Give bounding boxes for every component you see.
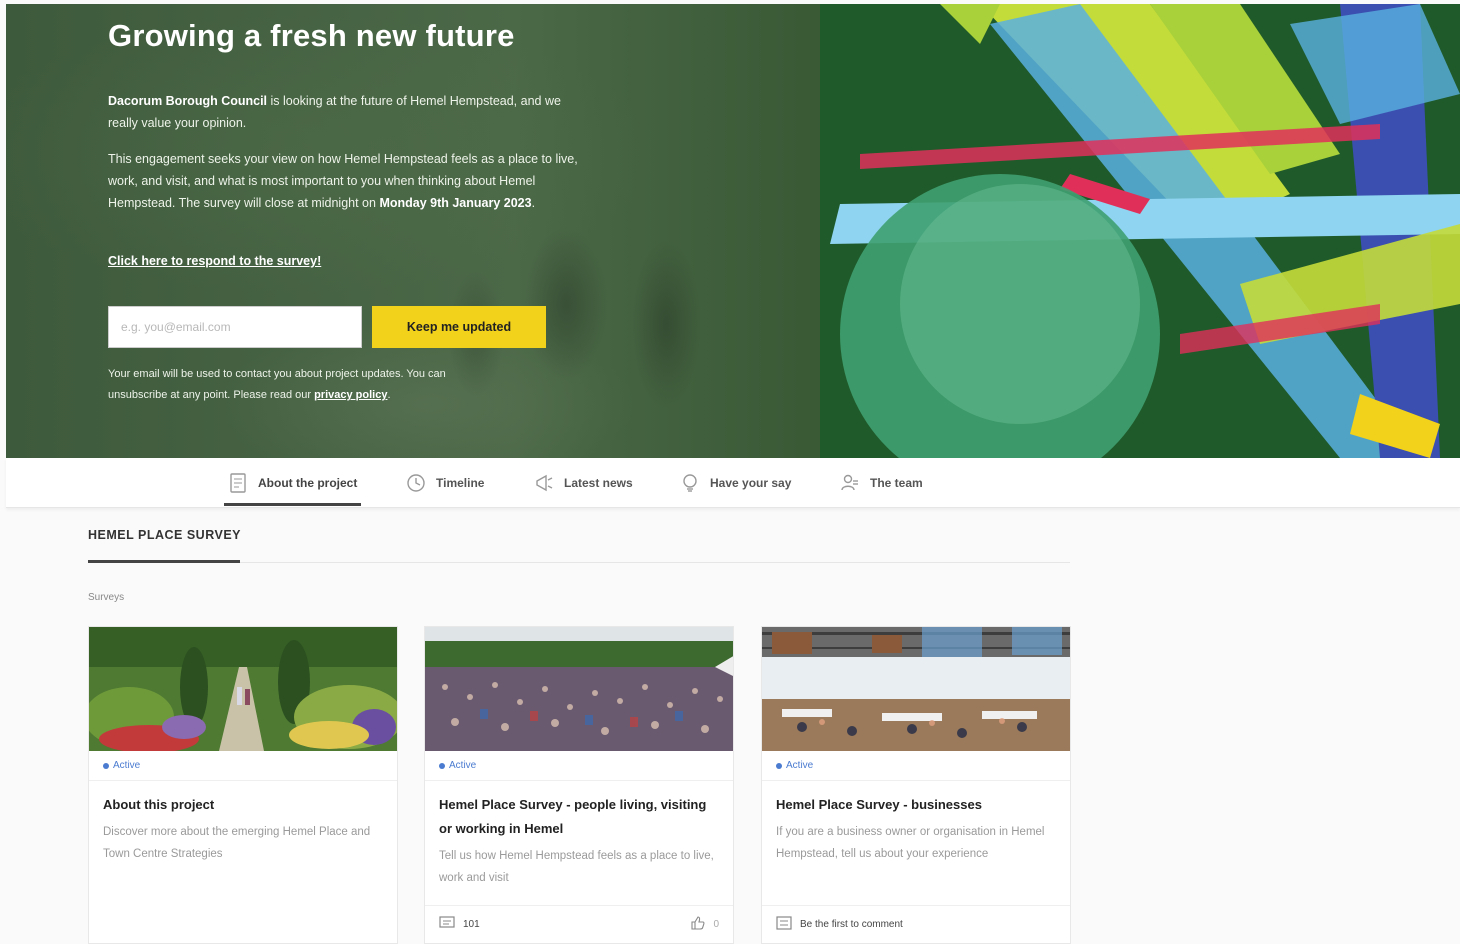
first-comment-prompt[interactable]: Be the first to comment bbox=[800, 919, 903, 930]
card-footer: 101 0 bbox=[425, 905, 733, 943]
respond-survey-link[interactable]: Click here to respond to the survey! bbox=[108, 254, 321, 268]
status-dot-icon bbox=[776, 762, 782, 769]
email-input[interactable] bbox=[108, 306, 362, 348]
intro-text-suffix: . bbox=[531, 196, 536, 210]
section-title: HEMEL PLACE SURVEY bbox=[88, 528, 242, 542]
card-title[interactable]: About this project bbox=[103, 793, 383, 817]
comment-icon bbox=[439, 916, 455, 933]
intro-paragraph-1: Dacorum Borough Council is looking at th… bbox=[108, 90, 588, 134]
hero-title: Growing a fresh new future bbox=[108, 18, 515, 53]
card-hemel-survey-businesses[interactable]: Active Hemel Place Survey - businesses I… bbox=[761, 626, 1071, 944]
keep-me-updated-button[interactable]: Keep me updated bbox=[372, 306, 546, 348]
card-description: Discover more about the emerging Hemel P… bbox=[103, 826, 371, 860]
tab-label: About the project bbox=[258, 476, 358, 490]
response-count: 101 bbox=[463, 919, 480, 930]
tab-the-team[interactable]: The team bbox=[840, 458, 923, 508]
status-text: Active bbox=[449, 760, 477, 771]
tab-latest-news[interactable]: Latest news bbox=[534, 458, 633, 508]
like-count: 0 bbox=[713, 919, 719, 930]
status-text: Active bbox=[113, 760, 141, 771]
card-title[interactable]: Hemel Place Survey - businesses bbox=[776, 793, 1056, 817]
hero-banner: Growing a fresh new future Dacorum Borou… bbox=[6, 4, 1460, 458]
card-about-this-project[interactable]: Active About this project Discover more … bbox=[88, 626, 398, 944]
tab-label: Timeline bbox=[436, 476, 485, 490]
disclaimer-text: Your email will be used to contact you a… bbox=[108, 368, 446, 401]
tab-about-the-project[interactable]: About the project bbox=[223, 458, 362, 508]
status-badge: Active bbox=[89, 751, 397, 781]
close-date: Monday 9th January 2023 bbox=[379, 196, 532, 210]
status-dot-icon bbox=[439, 762, 445, 769]
card-image-garden bbox=[89, 627, 397, 751]
thumbs-up-icon[interactable] bbox=[691, 916, 705, 933]
email-disclaimer: Your email will be used to contact you a… bbox=[108, 364, 508, 406]
tab-label: Latest news bbox=[564, 476, 633, 490]
surveys-label: Surveys bbox=[88, 592, 125, 603]
org-name: Dacorum Borough Council bbox=[108, 94, 268, 108]
people-icon bbox=[840, 473, 860, 493]
card-hemel-survey-people[interactable]: Active Hemel Place Survey - people livin… bbox=[424, 626, 734, 944]
card-image-office bbox=[762, 627, 1070, 751]
hero-intro: Dacorum Borough Council is looking at th… bbox=[108, 90, 588, 228]
status-text: Active bbox=[786, 760, 814, 771]
project-tab-nav: About the project Timeline Latest news H… bbox=[6, 458, 1460, 508]
document-icon bbox=[228, 473, 248, 493]
lightbulb-icon bbox=[680, 473, 700, 493]
clock-icon bbox=[406, 473, 426, 493]
section-title-underline bbox=[88, 560, 240, 563]
disclaimer-end: . bbox=[387, 389, 391, 401]
tab-have-your-say[interactable]: Have your say bbox=[680, 458, 791, 508]
status-dot-icon bbox=[103, 762, 109, 769]
card-footer: Be the first to comment bbox=[762, 905, 1070, 943]
privacy-policy-link[interactable]: privacy policy bbox=[314, 389, 387, 401]
status-badge: Active bbox=[425, 751, 733, 781]
card-image-crowd bbox=[425, 627, 733, 751]
tab-timeline[interactable]: Timeline bbox=[406, 458, 484, 508]
tab-label: Have your say bbox=[710, 476, 792, 490]
card-description: Tell us how Hemel Hempstead feels as a p… bbox=[439, 850, 714, 884]
status-badge: Active bbox=[762, 751, 1070, 781]
card-description: If you are a business owner or organisat… bbox=[776, 826, 1045, 860]
intro-paragraph-2: This engagement seeks your view on how H… bbox=[108, 148, 588, 214]
comment-list-icon bbox=[776, 916, 792, 933]
tab-label: The team bbox=[870, 476, 923, 490]
hero-abstract-artwork bbox=[820, 4, 1460, 458]
card-title[interactable]: Hemel Place Survey - people living, visi… bbox=[439, 793, 719, 841]
megaphone-icon bbox=[534, 473, 554, 493]
